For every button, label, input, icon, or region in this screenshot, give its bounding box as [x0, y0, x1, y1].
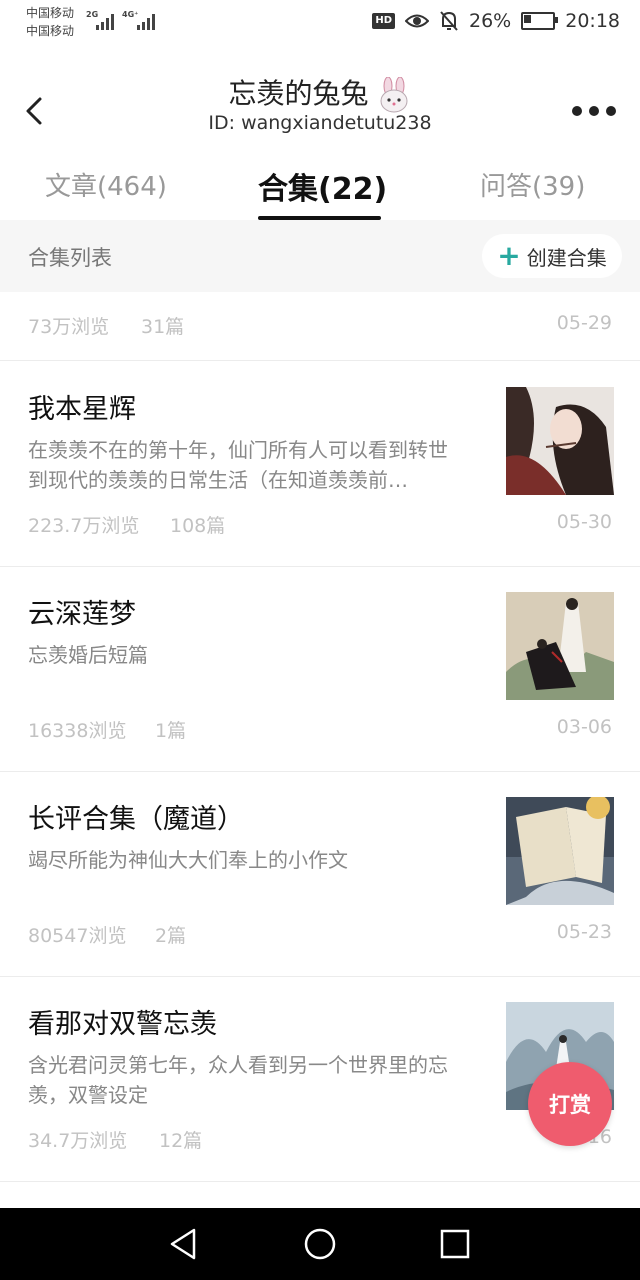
- collection-date: 05-23: [556, 921, 612, 943]
- carrier-1: 中国移动: [26, 6, 75, 20]
- page-title: 忘羡的兔兔: [0, 72, 640, 113]
- clock: 20:18: [565, 10, 620, 32]
- reward-button[interactable]: 打赏: [528, 1062, 612, 1146]
- nav-recents-icon[interactable]: [437, 1226, 473, 1262]
- item-date: 05-29: [556, 312, 612, 334]
- collection-views: 16338浏览: [28, 720, 127, 742]
- collection-title: 看那对双警忘羡: [28, 1009, 217, 1040]
- collection-title: 云深莲梦: [28, 599, 136, 630]
- status-bar: 中国移动 中国移动 2G 4G⁺ HD 26% 20:18: [0, 0, 640, 44]
- collection-description: 在羡羡不在的第十年，仙门所有人可以看到转世到现代的羡羡的日常生活（在知道羡羡前…: [28, 438, 448, 492]
- collection-count: 108篇: [170, 515, 226, 537]
- collection-item[interactable]: 长评合集（魔道） 竭尽所能为神仙大大们奉上的小作文 80547浏览 2篇 05-…: [0, 771, 640, 977]
- tab-bar: 文章(464) 合集(22) 问答(39): [0, 160, 640, 220]
- collection-date: 03-06: [556, 716, 612, 738]
- collection-description: 含光君问灵第七年，众人看到另一个世界里的忘羡，双警设定: [28, 1053, 448, 1107]
- collection-views: 34.7万浏览: [28, 1130, 128, 1152]
- battery-percent: 26%: [469, 10, 512, 32]
- mute-bell-icon: [440, 11, 458, 31]
- collection-title: 长评合集（魔道）: [28, 804, 244, 835]
- collection-cover-image: [506, 592, 614, 700]
- collection-list-label: 合集列表: [28, 246, 112, 270]
- collection-count: 1篇: [155, 720, 187, 742]
- nav-home-icon[interactable]: [302, 1226, 338, 1262]
- create-collection-label: 创建合集: [526, 245, 607, 270]
- collection-count: 12篇: [159, 1130, 203, 1152]
- user-id: ID: wangxiandetutu238: [208, 112, 432, 134]
- profile-header: 忘羡的兔兔 ID: wangxiandetutu238: [0, 60, 640, 150]
- collection-title: 我本星辉: [28, 394, 136, 425]
- battery-charging-icon: [521, 12, 559, 30]
- collection-cover-image: [506, 387, 614, 495]
- signal-2-icon: [137, 12, 159, 30]
- collection-description: 竭尽所能为神仙大大们奉上的小作文: [28, 848, 348, 872]
- collection-cover-image: [506, 797, 614, 905]
- collection-date: 05-30: [556, 511, 612, 533]
- create-collection-button[interactable]: + 创建合集: [482, 234, 622, 278]
- eye-icon: [405, 14, 429, 28]
- collection-count: 2篇: [155, 925, 187, 947]
- tab-collections[interactable]: 合集(22): [258, 164, 387, 208]
- tab-qa[interactable]: 问答(39): [480, 166, 585, 203]
- carrier-info: 中国移动 中国移动: [26, 4, 74, 40]
- network-type-2: 4G⁺: [122, 10, 139, 19]
- collection-description: 忘羡婚后短篇: [28, 643, 148, 667]
- nav-back-icon[interactable]: [166, 1226, 202, 1262]
- item-count: 31篇: [141, 316, 185, 338]
- more-options-icon[interactable]: [572, 104, 616, 118]
- item-views: 73万浏览: [28, 316, 110, 338]
- collection-item[interactable]: 我本星辉 在羡羡不在的第十年，仙门所有人可以看到转世到现代的羡羡的日常生活（在知…: [0, 361, 640, 567]
- list-item-partial[interactable]: 73万浏览 31篇 05-29: [0, 292, 640, 361]
- plus-icon: +: [497, 239, 521, 272]
- collection-list-header: 合集列表 + 创建合集: [0, 220, 640, 292]
- hd-icon: HD: [372, 13, 395, 29]
- tab-articles[interactable]: 文章(464): [45, 166, 167, 203]
- bunny-icon: [380, 77, 408, 113]
- collection-views: 80547浏览: [28, 925, 127, 947]
- carrier-2: 中国移动: [26, 24, 75, 38]
- collection-views: 223.7万浏览: [28, 515, 140, 537]
- collection-item[interactable]: 云深莲梦 忘羡婚后短篇 16338浏览 1篇 03-06: [0, 566, 640, 772]
- signal-1-icon: [96, 12, 118, 30]
- user-name: 忘羡的兔兔: [228, 77, 369, 110]
- system-nav-bar: [0, 1208, 640, 1280]
